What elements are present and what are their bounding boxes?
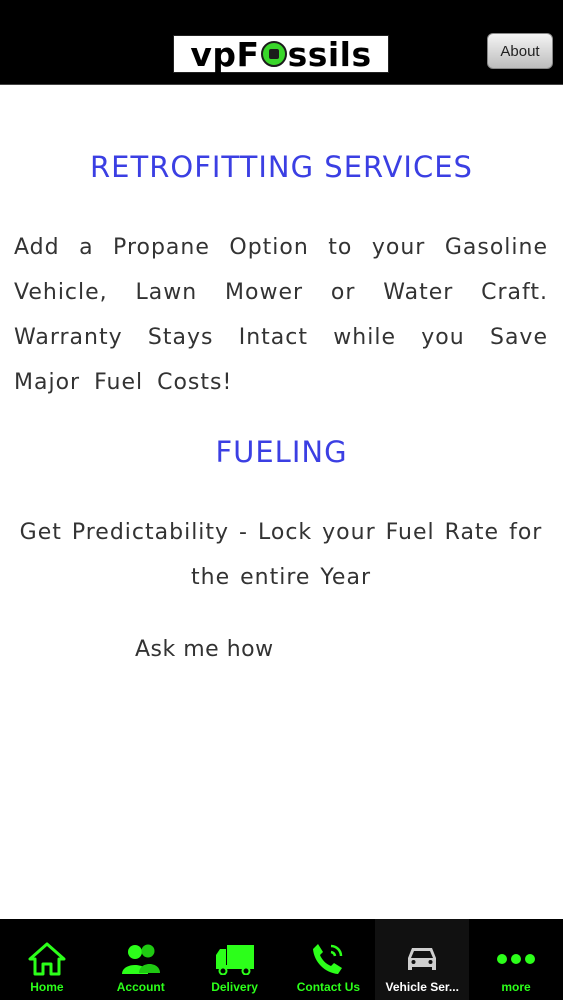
tab-more[interactable]: more bbox=[469, 919, 563, 1000]
retrofitting-title: RETROFITTING SERVICES bbox=[90, 150, 473, 184]
logo-text-start: vpF bbox=[190, 34, 260, 74]
tab-vehicle-services[interactable]: Vehicle Ser... bbox=[375, 919, 470, 1000]
app-screen: vpF ssils About RETROFITTING SERVICES Ad… bbox=[0, 0, 563, 1000]
truck-icon bbox=[215, 941, 255, 977]
logo-wordmark: vpF ssils bbox=[190, 38, 371, 71]
fueling-description: Get Predictability - Lock your Fuel Rate… bbox=[19, 520, 543, 590]
home-icon bbox=[27, 941, 67, 977]
fuel-pump-logo-icon bbox=[260, 41, 287, 67]
tab-account-label: Account bbox=[116, 980, 165, 994]
retrofitting-description: Add a Propane Option to your Gasoline Ve… bbox=[14, 235, 548, 395]
ask-me-how-text: Ask me how bbox=[135, 637, 274, 662]
bottom-tab-bar: Home Account Delivery Contact Us Vehicle… bbox=[0, 919, 563, 1000]
car-icon bbox=[402, 941, 442, 977]
fueling-title: FUELING bbox=[215, 435, 348, 469]
tab-contact-us[interactable]: Contact Us bbox=[281, 919, 375, 1000]
tab-delivery[interactable]: Delivery bbox=[188, 919, 282, 1000]
main-content: RETROFITTING SERVICES Add a Propane Opti… bbox=[0, 85, 563, 918]
more-dots-icon bbox=[496, 941, 536, 977]
tab-account[interactable]: Account bbox=[94, 919, 188, 1000]
about-button[interactable]: About bbox=[487, 33, 553, 69]
tab-contact-us-label: Contact Us bbox=[296, 980, 361, 994]
users-icon bbox=[121, 941, 161, 977]
header-bar: vpF ssils About bbox=[0, 0, 563, 85]
tab-vehicle-services-label: Vehicle Ser... bbox=[385, 980, 459, 994]
tab-home-label: Home bbox=[30, 980, 64, 994]
tab-delivery-label: Delivery bbox=[211, 980, 258, 994]
tab-home[interactable]: Home bbox=[0, 919, 94, 1000]
tab-more-label: more bbox=[501, 980, 531, 994]
logo-text-end: ssils bbox=[287, 34, 372, 74]
phone-icon bbox=[308, 941, 348, 977]
app-logo: vpF ssils bbox=[173, 35, 389, 73]
